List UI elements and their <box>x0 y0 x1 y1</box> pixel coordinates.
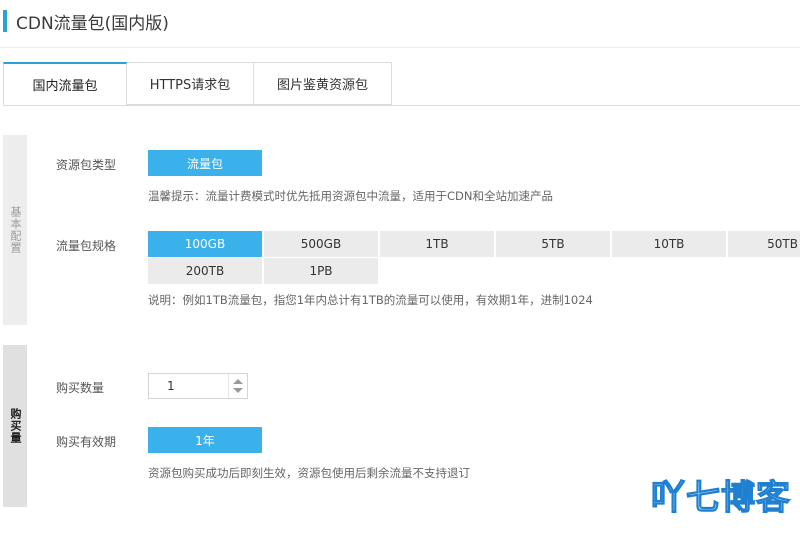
increment-arrow-icon[interactable] <box>233 379 243 384</box>
spec-hint: 说明：例如1TB流量包，指您1年内总计有1TB的流量可以使用，有效期1年，进制1… <box>148 293 593 307</box>
spec-option-1pb[interactable]: 1PB <box>264 258 378 284</box>
section-basic-config-label: 基本配置 <box>3 135 27 325</box>
tab-domestic-traffic[interactable]: 国内流量包 <box>3 62 127 106</box>
quantity-stepper[interactable] <box>148 373 248 399</box>
spec-option-10tb[interactable]: 10TB <box>612 231 726 257</box>
resource-type-option-traffic[interactable]: 流量包 <box>148 150 262 176</box>
section-basic-config-text: 基本配置 <box>9 206 22 254</box>
spec-label: 流量包规格 <box>56 239 117 253</box>
tab-https-requests[interactable]: HTTPS请求包 <box>127 62 254 105</box>
period-option-1-year[interactable]: 1年 <box>148 427 262 453</box>
page-title: CDN流量包(国内版) <box>16 13 169 34</box>
tab-image-moderation[interactable]: 图片鉴黄资源包 <box>254 62 392 105</box>
quantity-spinner <box>228 374 247 398</box>
spec-option-50tb[interactable]: 50TB <box>728 231 800 257</box>
decrement-arrow-icon[interactable] <box>233 388 243 393</box>
header-divider <box>0 47 800 48</box>
title-accent-bar <box>3 10 7 32</box>
spec-option-1tb[interactable]: 1TB <box>380 231 494 257</box>
tab-bar: 国内流量包 HTTPS请求包 图片鉴黄资源包 <box>3 62 392 106</box>
quantity-label: 购买数量 <box>56 381 105 395</box>
spec-option-100gb[interactable]: 100GB <box>148 231 262 257</box>
page-header: CDN流量包(国内版) <box>0 8 169 34</box>
quantity-input[interactable] <box>149 374 227 398</box>
blog-watermark: 吖七博客 <box>650 477 791 518</box>
spec-option-500gb[interactable]: 500GB <box>264 231 378 257</box>
spec-option-5tb[interactable]: 5TB <box>496 231 610 257</box>
tabs-divider <box>3 105 800 106</box>
resource-type-hint: 温馨提示：流量计费模式时优先抵用资源包中流量，适用于CDN和全站加速产品 <box>148 189 553 203</box>
section-purchase-label: 购买量 <box>3 345 27 507</box>
period-label: 购买有效期 <box>56 435 117 449</box>
resource-type-label: 资源包类型 <box>56 158 117 172</box>
section-purchase-text: 购买量 <box>9 408 22 444</box>
spec-option-200tb[interactable]: 200TB <box>148 258 262 284</box>
period-hint: 资源包购买成功后即刻生效，资源包使用后剩余流量不支持退订 <box>148 466 470 480</box>
